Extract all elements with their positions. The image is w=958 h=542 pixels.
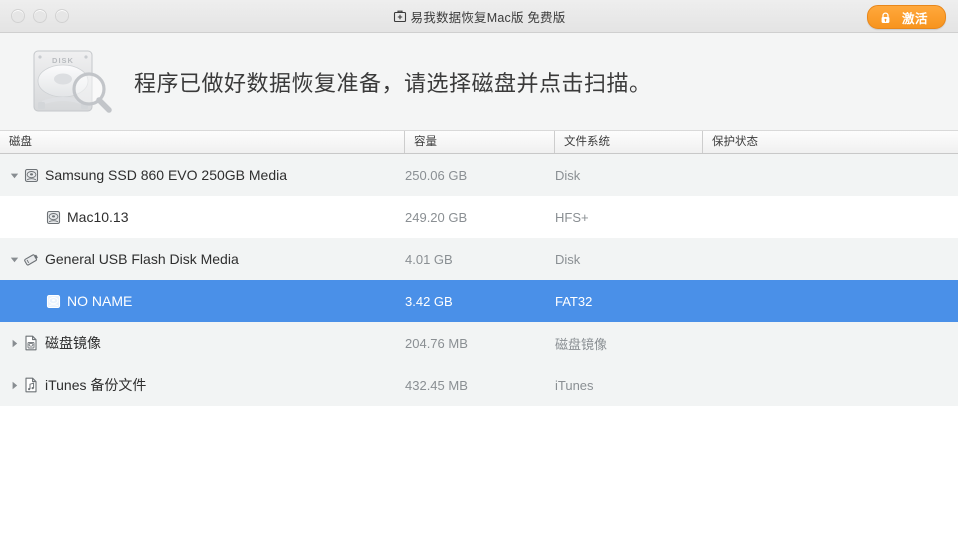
cell-disk: Samsung SSD 860 EVO 250GB Media [0,154,405,196]
disk-entry: NO NAME [44,294,132,309]
disclosure-triangle-expanded-icon[interactable] [6,255,22,264]
disk-with-magnifier-icon: DISK [24,45,116,119]
cell-capacity: 204.76 MB [405,322,555,364]
cell-filesystem: HFS+ [555,196,703,238]
disk-entry: Mac10.13 [44,210,128,225]
cell-protection [703,280,958,322]
cell-filesystem: 磁盘镜像 [555,322,703,364]
cell-disk: 磁盘镜像 [0,322,405,364]
activate-button[interactable]: 激活 [867,5,946,29]
window-titlebar: 易我数据恢复Mac版 免费版 激活 [0,0,958,33]
disk-entry: 磁盘镜像 [22,335,101,351]
column-header-filesystem[interactable]: 文件系统 [555,131,703,153]
disclosure-triangle-expanded-icon[interactable] [6,171,22,180]
column-header-protection[interactable]: 保护状态 [703,131,958,153]
minimize-button[interactable] [33,9,47,23]
cell-disk: General USB Flash Disk Media [0,238,405,280]
cell-protection [703,238,958,280]
cell-protection [703,154,958,196]
table-header-row: 磁盘 容量 文件系统 保护状态 [0,131,958,154]
cell-filesystem: Disk [555,154,703,196]
hard-drive-icon [22,168,40,183]
empty-area [0,406,958,541]
column-header-capacity[interactable]: 容量 [405,131,555,153]
table-row[interactable]: iTunes 备份文件 432.45 MBiTunes [0,364,958,406]
cell-filesystem: Disk [555,238,703,280]
lock-icon [880,11,891,23]
cell-disk: iTunes 备份文件 [0,364,405,406]
disk-name-label: Samsung SSD 860 EVO 250GB Media [45,168,287,182]
cell-capacity: 4.01 GB [405,238,555,280]
disk-name-label: General USB Flash Disk Media [45,252,239,266]
column-header-disk[interactable]: 磁盘 [0,131,405,153]
disk-entry: iTunes 备份文件 [22,377,146,393]
itunes-backup-file-icon [22,377,40,393]
cell-filesystem: FAT32 [555,280,703,322]
disclosure-triangle-collapsed-icon[interactable] [6,339,22,348]
disk-entry: Samsung SSD 860 EVO 250GB Media [22,168,287,183]
close-button[interactable] [11,9,25,23]
zoom-button[interactable] [55,9,69,23]
cell-capacity: 3.42 GB [405,280,555,322]
cell-capacity: 250.06 GB [405,154,555,196]
cell-disk: NO NAME [0,280,405,322]
cell-capacity: 249.20 GB [405,196,555,238]
table-body: Samsung SSD 860 EVO 250GB Media 250.06 GB… [0,154,958,406]
table-row[interactable]: NO NAME 3.42 GBFAT32 [0,280,958,322]
hero-banner: DISK 程序已做好数据恢复准备，请选择磁盘并点击扫描。 [0,33,958,131]
table-row[interactable]: Mac10.13 249.20 GBHFS+ [0,196,958,238]
table-row[interactable]: 磁盘镜像204.76 MB磁盘镜像 [0,322,958,364]
disclosure-triangle-collapsed-icon[interactable] [6,381,22,390]
cell-protection [703,364,958,406]
window-title: 易我数据恢复Mac版 免费版 [411,7,566,26]
cell-disk: Mac10.13 [0,196,405,238]
hero-headline: 程序已做好数据恢复准备，请选择磁盘并点击扫描。 [134,66,652,98]
disk-image-file-icon [22,335,40,351]
window-title-group: 易我数据恢复Mac版 免费版 [0,0,958,32]
table-row[interactable]: General USB Flash Disk Media 4.01 GBDisk [0,238,958,280]
first-aid-kit-icon [393,9,407,23]
cell-protection [703,322,958,364]
disk-name-label: iTunes 备份文件 [45,378,146,392]
usb-stick-icon [22,252,40,267]
table-row[interactable]: Samsung SSD 860 EVO 250GB Media 250.06 GB… [0,154,958,196]
disk-name-label: Mac10.13 [67,210,128,224]
cell-protection [703,196,958,238]
traffic-lights [11,9,69,23]
disk-name-label: NO NAME [67,294,132,308]
svg-text:DISK: DISK [52,56,74,65]
disk-name-label: 磁盘镜像 [45,336,101,350]
volume-icon [44,210,62,225]
disk-entry: General USB Flash Disk Media [22,252,239,267]
disk-table: 磁盘 容量 文件系统 保护状态 Samsung SSD 860 EVO 250G… [0,131,958,406]
cell-capacity: 432.45 MB [405,364,555,406]
volume-icon [44,294,62,309]
cell-filesystem: iTunes [555,364,703,406]
activate-button-label: 激活 [902,8,928,27]
